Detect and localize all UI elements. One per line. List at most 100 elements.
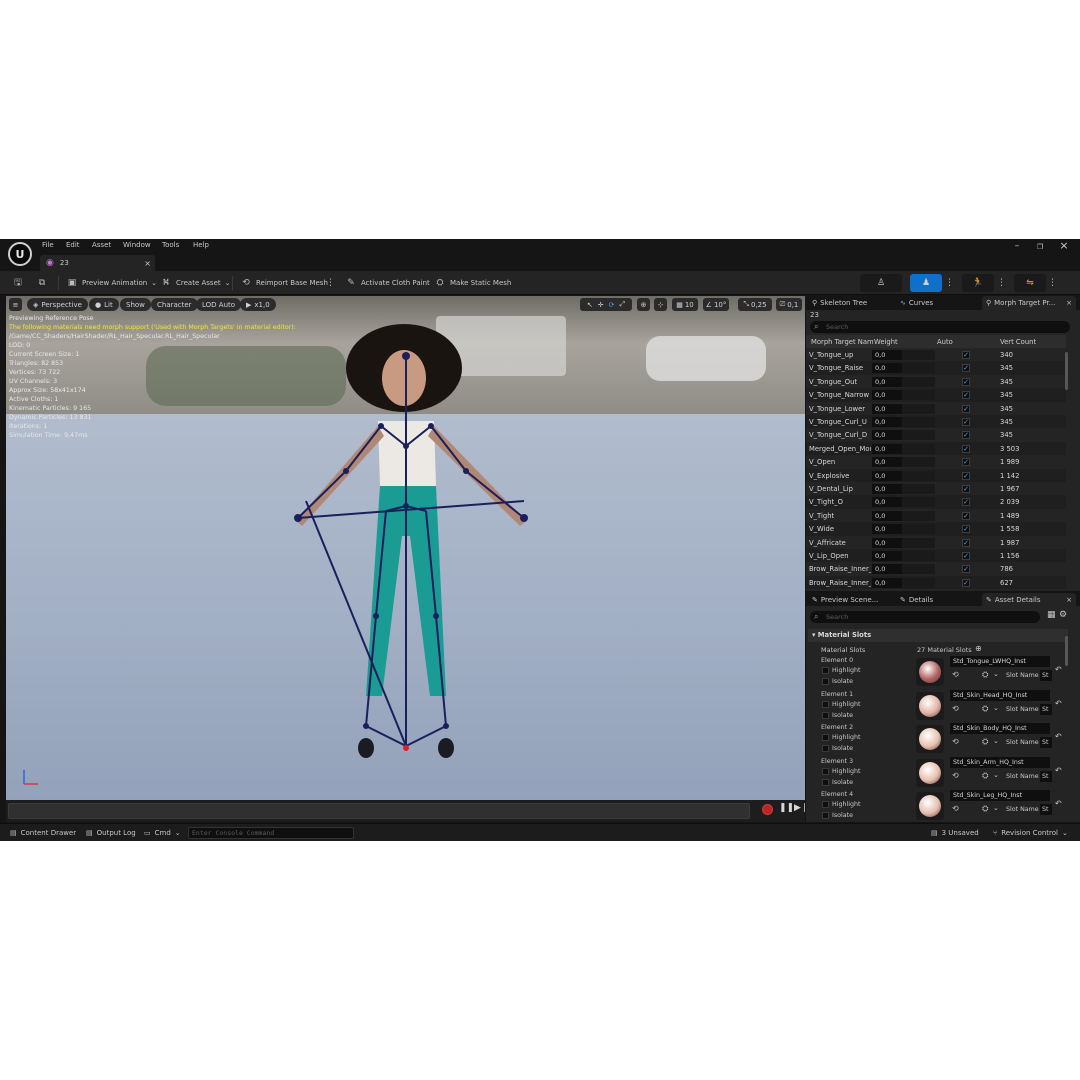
morph-target-row[interactable]: V_Tongue_Curl_D 0,0 ✓ 345 bbox=[806, 428, 1066, 441]
weight-slider[interactable] bbox=[902, 390, 935, 401]
morph-target-row[interactable]: V_Explosive 0,0 ✓ 1 142 bbox=[806, 468, 1066, 482]
browse-material-icon[interactable]: ⛭ bbox=[982, 771, 988, 781]
weight-slider[interactable] bbox=[902, 577, 935, 588]
auto-checkbox[interactable]: ✓ bbox=[962, 444, 970, 453]
morph-target-row[interactable]: Brow_Raise_Inner_l 0,0 ✓ 627 bbox=[806, 575, 1066, 590]
weight-slider[interactable] bbox=[902, 430, 935, 441]
use-selected-icon[interactable]: ⟲ bbox=[952, 704, 959, 713]
scale-snap-button[interactable]: ⤡ 0,25 bbox=[738, 298, 772, 311]
create-asset-button[interactable]: ⛕ Create Asset ⌄ bbox=[160, 276, 231, 290]
weight-field[interactable]: 0,0 bbox=[872, 443, 902, 454]
weight-slider[interactable] bbox=[902, 403, 935, 414]
reset-icon[interactable]: ↶ bbox=[1055, 766, 1062, 775]
chevron-down-icon[interactable]: ⌄ bbox=[993, 804, 999, 812]
tab-morph-target-preview[interactable]: ⚲ Morph Target Pr... × bbox=[982, 296, 1076, 310]
slot-name-field[interactable]: St bbox=[1040, 703, 1052, 715]
chevron-down-icon[interactable]: ⌄ bbox=[993, 704, 999, 712]
viewport-menu-button[interactable]: ≡ bbox=[9, 298, 22, 311]
weight-slider[interactable] bbox=[902, 363, 935, 374]
material-name-field[interactable]: Std_Tongue_LWHQ_Inst bbox=[950, 656, 1050, 667]
browse-material-icon[interactable]: ⛭ bbox=[982, 737, 988, 747]
close-tab-icon[interactable]: × bbox=[1066, 596, 1072, 604]
weight-slider[interactable] bbox=[902, 470, 935, 481]
weight-field[interactable]: 0,0 bbox=[872, 403, 902, 414]
weight-slider[interactable] bbox=[902, 350, 935, 360]
auto-checkbox[interactable]: ✓ bbox=[962, 538, 970, 547]
weight-slider[interactable] bbox=[902, 457, 935, 468]
lit-button[interactable]: ● Lit bbox=[89, 298, 119, 311]
auto-checkbox[interactable]: ✓ bbox=[962, 471, 970, 480]
isolate-checkbox[interactable] bbox=[822, 778, 829, 786]
weight-field[interactable]: 0,0 bbox=[872, 363, 902, 374]
morph-target-row[interactable]: V_Wide 0,0 ✓ 1 558 bbox=[806, 522, 1066, 536]
minimize-icon[interactable]: – bbox=[1007, 241, 1027, 255]
character-button[interactable]: Character bbox=[151, 298, 198, 311]
close-window-icon[interactable]: × bbox=[1054, 239, 1074, 253]
use-selected-icon[interactable]: ⟲ bbox=[952, 771, 959, 780]
more-options-icon[interactable]: ⋮ bbox=[997, 276, 1006, 290]
morph-target-row[interactable]: V_Tongue_Raise 0,0 ✓ 345 bbox=[806, 361, 1066, 375]
morph-target-row[interactable]: V_Lip_Open 0,0 ✓ 1 156 bbox=[806, 549, 1066, 563]
auto-checkbox[interactable]: ✓ bbox=[962, 351, 970, 359]
weight-slider[interactable] bbox=[902, 484, 935, 494]
auto-checkbox[interactable]: ✓ bbox=[962, 525, 970, 534]
animation-mode-button[interactable]: 🏃 bbox=[962, 274, 994, 292]
browse-material-icon[interactable]: ⛭ bbox=[982, 704, 988, 714]
close-tab-icon[interactable]: × bbox=[144, 259, 151, 268]
auto-checkbox[interactable]: ✓ bbox=[962, 485, 970, 493]
tab-preview-scene[interactable]: ✎ Preview Scene... bbox=[808, 593, 894, 607]
auto-checkbox[interactable]: ✓ bbox=[962, 578, 970, 587]
menu-help[interactable]: Help bbox=[193, 241, 209, 249]
morph-target-row[interactable]: V_Dental_Lip 0,0 ✓ 1 967 bbox=[806, 482, 1066, 495]
morph-target-row[interactable]: V_Tight 0,0 ✓ 1 489 bbox=[806, 509, 1066, 522]
show-button[interactable]: Show bbox=[120, 298, 151, 311]
column-name[interactable]: Morph Target Nam bbox=[811, 338, 874, 346]
highlight-checkbox[interactable] bbox=[822, 801, 829, 808]
auto-checkbox[interactable]: ✓ bbox=[962, 511, 970, 520]
table-view-icon[interactable]: ▦ bbox=[1047, 610, 1056, 620]
console-command-input[interactable]: Enter Console Command bbox=[188, 827, 354, 839]
weight-field[interactable]: 0,0 bbox=[872, 376, 902, 387]
weight-field[interactable]: 0,0 bbox=[872, 350, 902, 360]
reset-icon[interactable]: ↶ bbox=[1055, 699, 1062, 708]
material-name-field[interactable]: Std_Skin_Arm_HQ_Inst bbox=[950, 756, 1050, 768]
weight-field[interactable]: 0,0 bbox=[872, 537, 902, 548]
morph-scrollbar[interactable] bbox=[1065, 352, 1068, 390]
browse-material-icon[interactable]: ⛭ bbox=[982, 804, 988, 814]
slot-name-field[interactable]: St bbox=[1040, 804, 1052, 815]
auto-checkbox[interactable]: ✓ bbox=[962, 458, 970, 467]
menu-edit[interactable]: Edit bbox=[66, 241, 80, 249]
highlight-checkbox[interactable] bbox=[822, 667, 829, 674]
auto-checkbox[interactable]: ✓ bbox=[962, 418, 970, 426]
tab-details[interactable]: ✎ Details bbox=[896, 593, 980, 607]
reset-icon[interactable]: ↶ bbox=[1055, 799, 1062, 808]
tab-asset-details[interactable]: ✎ Asset Details × bbox=[982, 593, 1076, 607]
auto-checkbox[interactable]: ✓ bbox=[962, 431, 970, 440]
isolate-checkbox[interactable] bbox=[822, 745, 829, 752]
output-log-button[interactable]: ▤ Output Log bbox=[86, 827, 136, 839]
chevron-down-icon[interactable]: ⌄ bbox=[993, 670, 999, 678]
more-options-icon[interactable]: ⋮ bbox=[945, 276, 954, 290]
blueprint-mode-button[interactable]: ⇋ bbox=[1014, 274, 1046, 292]
material-name-field[interactable]: Std_Skin_Leg_HQ_Inst bbox=[950, 790, 1050, 801]
material-thumbnail[interactable] bbox=[916, 758, 944, 787]
weight-slider[interactable] bbox=[902, 551, 935, 561]
pause-icon[interactable]: ❚❚ bbox=[779, 803, 794, 813]
translate-icon[interactable]: ✛ bbox=[598, 301, 604, 309]
grid-snap-button[interactable]: ▦ 10 bbox=[672, 298, 698, 311]
morph-target-row[interactable]: Brow_Raise_Inner_l 0,0 ✓ 786 bbox=[806, 562, 1066, 575]
morph-target-row[interactable]: Merged_Open_Mout 0,0 ✓ 3 503 bbox=[806, 441, 1066, 456]
highlight-checkbox[interactable] bbox=[822, 700, 829, 708]
world-space-button[interactable]: ⊕ bbox=[637, 298, 650, 311]
isolate-checkbox[interactable] bbox=[822, 678, 829, 685]
close-tab-icon[interactable]: × bbox=[1066, 299, 1072, 307]
auto-checkbox[interactable]: ✓ bbox=[962, 565, 970, 574]
rotate-icon[interactable]: ⟳ bbox=[609, 301, 615, 309]
auto-checkbox[interactable]: ✓ bbox=[962, 552, 970, 560]
weight-field[interactable]: 0,0 bbox=[872, 390, 902, 401]
lod-button[interactable]: LOD Auto bbox=[196, 298, 242, 311]
asset-tab[interactable]: ◉ 23 × bbox=[40, 255, 155, 271]
skeleton-mode-button[interactable]: ♙ bbox=[860, 274, 902, 292]
reimport-button[interactable]: ⟲ Reimport Base Mesh bbox=[240, 276, 328, 290]
weight-slider[interactable] bbox=[902, 443, 935, 454]
